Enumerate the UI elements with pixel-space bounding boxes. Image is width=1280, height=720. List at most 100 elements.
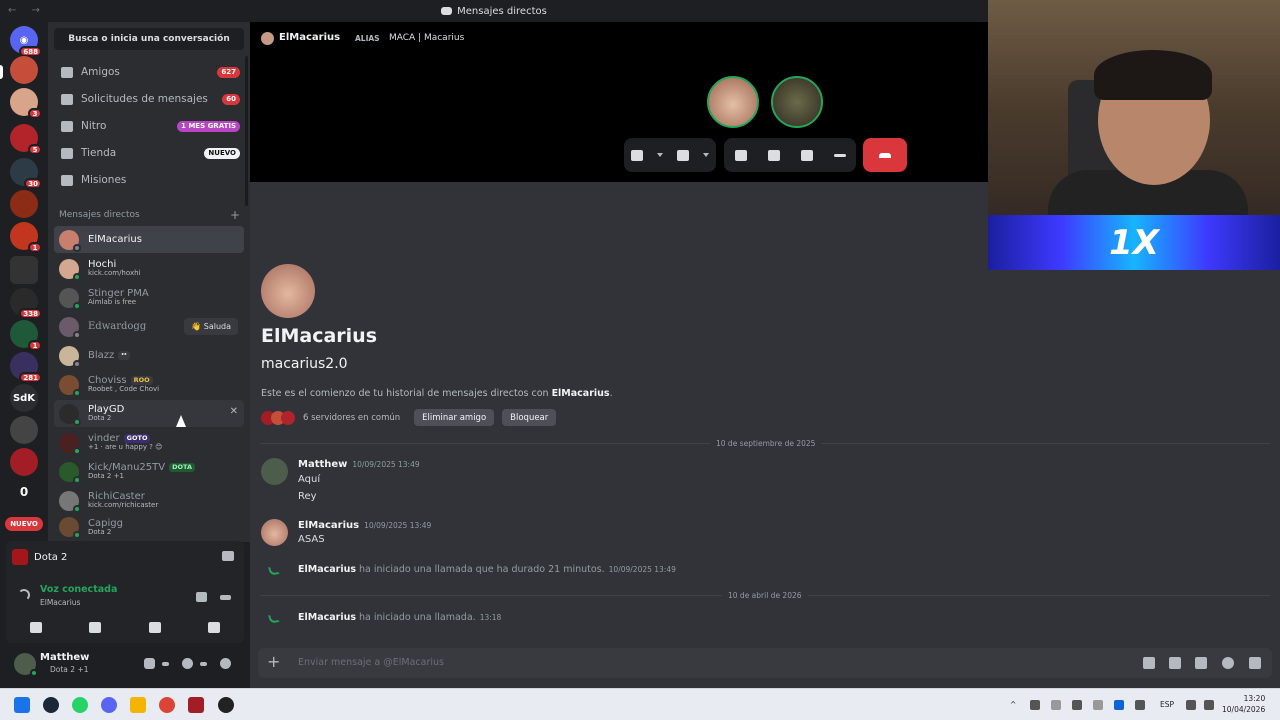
soundboard-icon[interactable] — [800, 149, 813, 161]
server-icon[interactable] — [10, 256, 38, 284]
language-indicator[interactable]: ESP — [1160, 700, 1174, 709]
avatar[interactable] — [261, 519, 288, 546]
windows-start-icon[interactable] — [14, 697, 30, 713]
search-button[interactable]: Busca o inicia una conversación — [54, 28, 244, 50]
whatsapp-icon[interactable] — [72, 697, 88, 713]
tray-icon[interactable] — [1072, 700, 1082, 710]
voice-status[interactable]: Voz conectada — [40, 584, 117, 595]
apps-icon[interactable] — [1249, 657, 1261, 669]
block-button[interactable]: Bloquear — [502, 409, 557, 426]
scrollbar[interactable] — [245, 56, 248, 206]
message-input[interactable]: Enviar mensaje a @ElMacarius — [298, 657, 444, 668]
call-participant-avatar[interactable] — [707, 76, 759, 128]
server-icon[interactable]: 3 — [10, 88, 42, 119]
soundboard-button[interactable] — [192, 617, 236, 637]
message-author[interactable]: ElMacarius 10/09/2025 13:49 — [298, 520, 431, 531]
attach-plus-icon[interactable]: + — [267, 653, 280, 671]
dm-item[interactable]: Blazz ᶻᶻ — [54, 342, 244, 369]
screen-share-icon[interactable] — [222, 551, 234, 561]
signal-icon[interactable] — [18, 589, 30, 601]
server-icon[interactable]: 30 — [10, 158, 42, 189]
dm-item[interactable]: Stinger PMA Aimlab is free — [54, 284, 244, 311]
home-button[interactable]: ◉ 688 — [10, 26, 42, 57]
dm-item[interactable]: Capigg Dota 2 — [54, 516, 244, 538]
dm-item[interactable]: vinder GOTO +1 · are u happy ? 😊 — [54, 429, 244, 456]
dm-item[interactable]: Kick/Manu25TV DOTA Dota 2 +1 — [54, 458, 244, 485]
gif-icon[interactable] — [1169, 657, 1181, 669]
camera-off-button[interactable] — [14, 617, 58, 637]
server-icon[interactable] — [10, 448, 38, 476]
dm-item[interactable]: PlayGD Dota 2 ✕ — [54, 400, 244, 427]
hang-up-button[interactable] — [863, 138, 907, 172]
sticker-icon[interactable] — [1195, 657, 1207, 669]
tray-icon[interactable] — [1093, 700, 1103, 710]
volume-icon[interactable] — [1204, 700, 1214, 710]
server-icon[interactable]: 1 — [10, 222, 42, 253]
clock[interactable]: 13:20 10/04/2026 — [1222, 694, 1265, 715]
dm-item[interactable]: Choviss ROO Roobet , Code Chovi — [54, 371, 244, 398]
noise-suppression-icon[interactable] — [196, 592, 207, 602]
profile-avatar[interactable] — [261, 264, 315, 318]
activities-icon[interactable] — [767, 149, 780, 161]
emoji-icon[interactable] — [1222, 657, 1234, 669]
remove-friend-button[interactable]: Eliminar amigo — [414, 409, 495, 426]
steam-icon[interactable] — [43, 697, 59, 713]
dota-taskbar-icon[interactable] — [188, 697, 204, 713]
share-screen-icon[interactable] — [734, 149, 747, 161]
chevron-down-icon[interactable] — [657, 153, 663, 157]
server-icon[interactable]: 5 — [10, 124, 42, 155]
chevron-down-icon[interactable] — [200, 662, 207, 666]
mic-tray-icon[interactable] — [1135, 700, 1145, 710]
chrome-icon[interactable] — [159, 697, 175, 713]
more-icon[interactable] — [833, 153, 846, 157]
chevron-down-icon[interactable] — [703, 153, 709, 157]
close-dm-icon[interactable]: ✕ — [230, 406, 238, 417]
server-sdk[interactable]: SdK — [10, 384, 38, 412]
disconnect-icon[interactable] — [220, 595, 231, 600]
nav-shop[interactable]: Tienda NUEVO — [54, 141, 244, 165]
mic-icon[interactable] — [631, 149, 643, 161]
server-icon[interactable]: 338 — [10, 288, 42, 319]
voice-channel[interactable]: ElMacarius — [40, 598, 80, 607]
call-participant-avatar[interactable] — [771, 76, 823, 128]
bluetooth-icon[interactable] — [1114, 700, 1124, 710]
message-author[interactable]: Matthew 10/09/2025 13:49 — [298, 459, 420, 470]
avatar[interactable] — [261, 458, 288, 485]
new-badge[interactable]: NUEVO — [5, 517, 43, 531]
server-icon[interactable] — [10, 190, 38, 218]
tray-expand-icon[interactable]: ^ — [1010, 700, 1016, 709]
dm-item[interactable]: ElMacarius — [54, 226, 244, 253]
share-screen-button[interactable] — [73, 617, 117, 637]
dm-item[interactable]: RichiCaster kick.com/richicaster — [54, 487, 244, 514]
tray-icon[interactable] — [1030, 700, 1040, 710]
headphones-icon[interactable] — [182, 658, 193, 669]
network-icon[interactable] — [1186, 700, 1196, 710]
wave-button[interactable]: 👋 Saluda — [184, 318, 238, 335]
gear-icon[interactable] — [220, 658, 231, 669]
camera-off-icon[interactable] — [677, 149, 689, 161]
folder-icon[interactable] — [130, 697, 146, 713]
game-activity[interactable]: Dota 2 — [12, 549, 67, 565]
mic-icon[interactable] — [144, 658, 155, 669]
chevron-down-icon[interactable] — [162, 662, 169, 666]
dm-item[interactable]: Hochi kick.com/hoxhi — [54, 255, 244, 282]
nav-quests[interactable]: Misiones — [54, 168, 244, 192]
app-taskbar-icon[interactable] — [218, 697, 234, 713]
nav-nitro[interactable]: Nitro 1 MES GRATIS — [54, 114, 244, 138]
activities-button[interactable] — [133, 617, 177, 637]
nav-message-requests[interactable]: Solicitudes de mensajes 60 — [54, 87, 244, 111]
nav-arrows-icon[interactable]: ← → — [8, 5, 46, 16]
user-panel[interactable]: Matthew Dota 2 +1 — [6, 645, 244, 685]
server-icon[interactable] — [10, 56, 38, 84]
server-zero[interactable]: 0 — [10, 478, 38, 506]
server-icon[interactable]: 281 — [10, 352, 42, 383]
create-dm-plus-icon[interactable]: + — [230, 208, 240, 222]
discord-taskbar-icon[interactable] — [101, 697, 117, 713]
server-icon[interactable]: 1 — [10, 320, 42, 351]
gift-icon[interactable] — [1143, 657, 1155, 669]
dm-item[interactable]: Edwardogg 👋 Saluda — [54, 313, 244, 340]
server-icon[interactable] — [10, 416, 38, 444]
mutual-servers[interactable]: 6 servidores en común — [303, 413, 400, 423]
nav-friends[interactable]: Amigos 627 — [54, 60, 244, 84]
tray-icon[interactable] — [1051, 700, 1061, 710]
